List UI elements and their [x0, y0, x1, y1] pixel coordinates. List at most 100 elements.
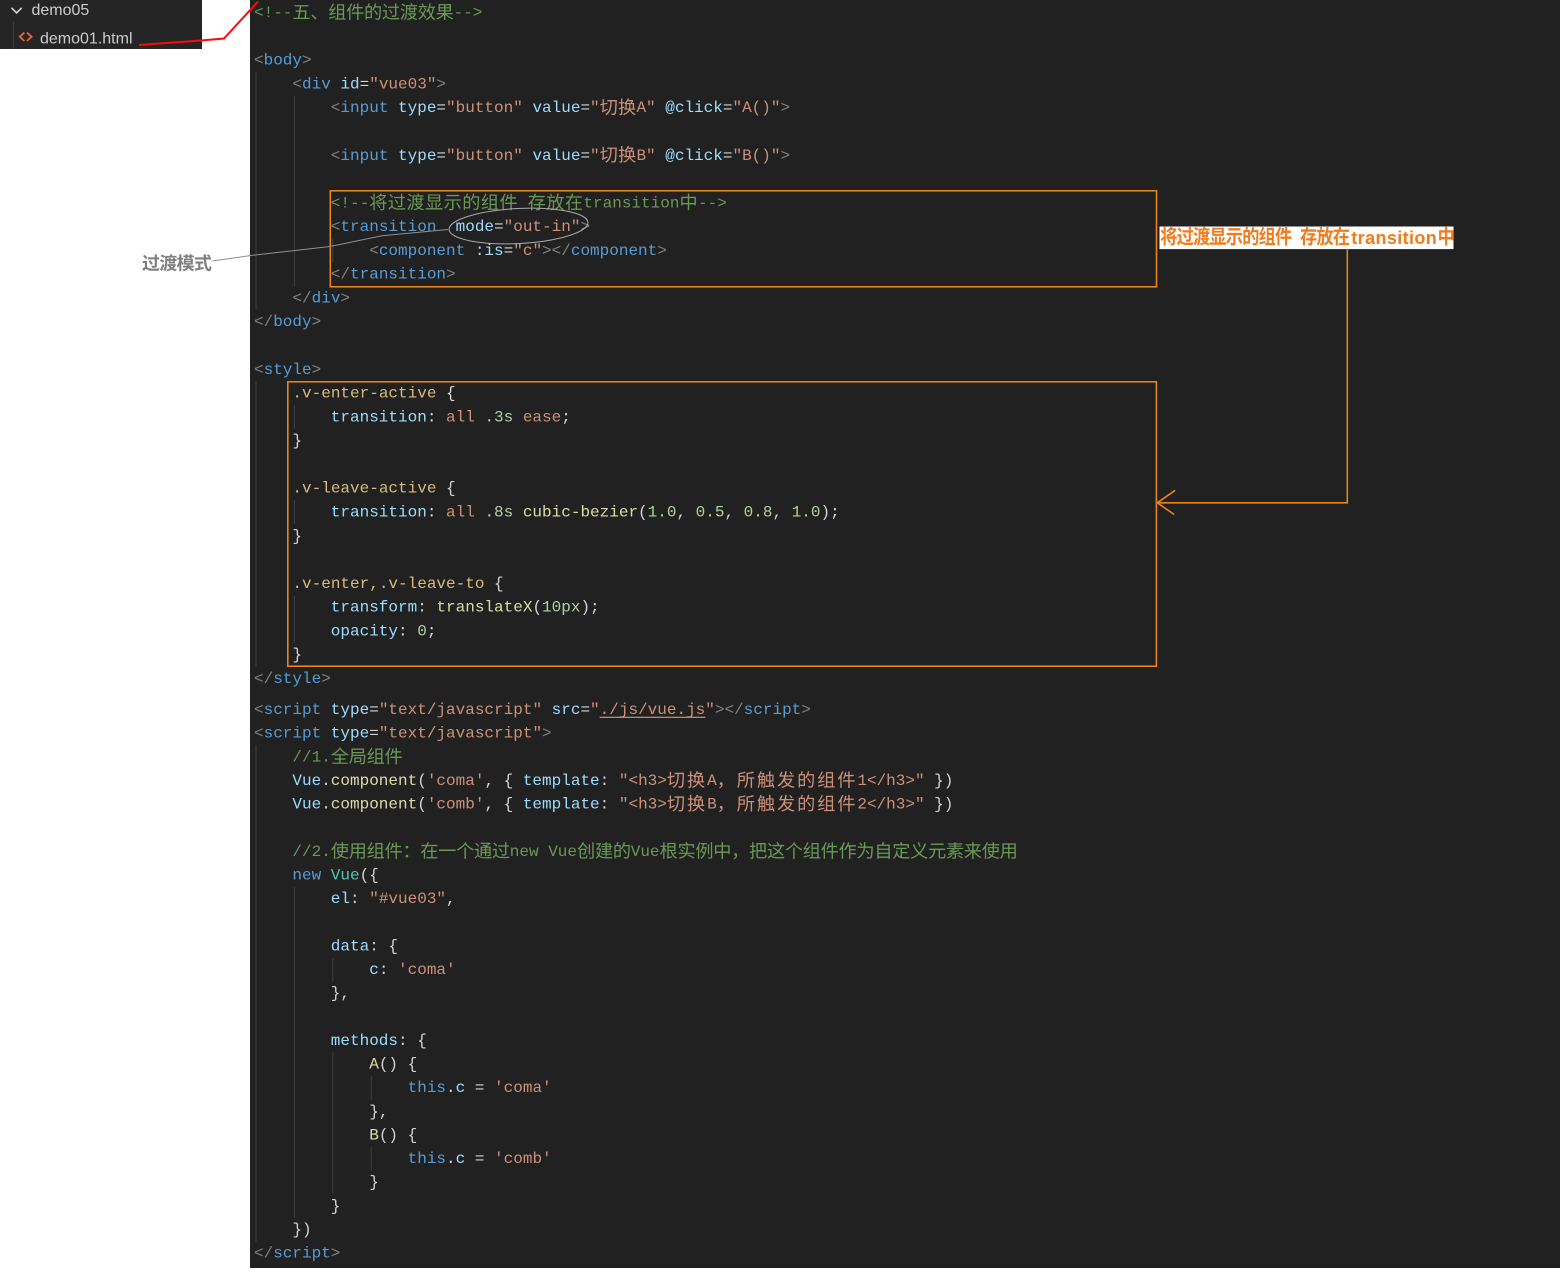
svg-text:"vue03": "vue03" [369, 75, 436, 93]
svg-text:component: component [331, 796, 417, 814]
svg-text:script: script [264, 701, 322, 719]
svg-text:type: type [331, 701, 369, 719]
svg-text:1.0: 1.0 [648, 503, 677, 521]
svg-text:transition: transition [340, 218, 436, 236]
svg-text:;: ; [561, 408, 571, 426]
svg-text:new Vue: new Vue [510, 843, 577, 861]
svg-text:Vue: Vue [292, 772, 321, 790]
svg-text:(: ( [638, 503, 648, 521]
svg-text:>: > [312, 313, 322, 331]
svg-text:}): }) [925, 772, 954, 790]
svg-text:</: </ [254, 313, 273, 331]
svg-text:"<h3>: "<h3> [619, 772, 667, 790]
svg-text:=: = [580, 147, 590, 165]
svg-text:A: A [369, 1056, 379, 1074]
svg-text:data: data [331, 937, 370, 955]
svg-text:input: input [340, 147, 388, 165]
svg-text::: : [350, 890, 369, 908]
svg-text:=: = [360, 75, 370, 93]
svg-text:": " [590, 147, 600, 165]
svg-text:<: < [369, 242, 379, 260]
svg-text:style: style [264, 361, 312, 379]
svg-text:}): }) [292, 1221, 311, 1239]
svg-text:>: > [801, 701, 811, 719]
svg-text::is: :is [475, 242, 504, 260]
svg-text:A": A" [636, 99, 655, 117]
svg-text:.: . [321, 772, 331, 790]
svg-text:template: template [523, 772, 600, 790]
svg-text:"button": "button" [446, 147, 523, 165]
svg-text:cubic-bezier: cubic-bezier [523, 503, 638, 521]
svg-text:=: = [436, 147, 446, 165]
svg-text:body: body [273, 313, 312, 331]
svg-text:(: ( [532, 599, 542, 617]
svg-text:0.5: 0.5 [696, 503, 725, 521]
svg-text:'comb': 'comb' [494, 1150, 552, 1168]
svg-text:script: script [273, 1245, 331, 1263]
svg-text:all: all [446, 408, 475, 426]
svg-text::: : [379, 961, 398, 979]
svg-text:>: > [302, 52, 312, 70]
svg-text::: : [427, 503, 446, 521]
svg-text:@click: @click [665, 99, 723, 117]
svg-text:.: . [321, 796, 331, 814]
svg-text:>: > [657, 242, 667, 260]
svg-text:}: } [292, 432, 302, 450]
svg-text:value: value [532, 99, 580, 117]
svg-text:<: < [331, 99, 341, 117]
svg-text::: : [398, 622, 417, 640]
svg-text:<: < [331, 147, 341, 165]
svg-text:></: ></ [715, 701, 744, 719]
svg-text:translateX: translateX [436, 599, 532, 617]
svg-text:=: = [723, 99, 733, 117]
svg-text:=: = [369, 701, 379, 719]
svg-text:.v-leave-active: .v-leave-active [292, 480, 436, 498]
svg-text:-->: --> [698, 194, 727, 212]
svg-text:methods: methods [331, 1032, 398, 1050]
svg-text:body: body [264, 52, 303, 70]
svg-text:=: = [580, 701, 590, 719]
svg-text:opacity: opacity [331, 622, 399, 640]
svg-text:=: = [580, 99, 590, 117]
svg-text:: {: : { [398, 1032, 427, 1050]
svg-text:transition: transition [331, 408, 427, 426]
svg-text:.: . [446, 1150, 456, 1168]
svg-text:></: ></ [542, 242, 571, 260]
svg-text:.3s: .3s [484, 408, 513, 426]
svg-text:</: </ [331, 266, 350, 284]
svg-text:>: > [580, 218, 590, 236]
svg-text:({: ({ [360, 867, 379, 885]
svg-text:type: type [398, 99, 436, 117]
svg-text:this: this [408, 1079, 446, 1097]
svg-text:;: ; [427, 622, 437, 640]
svg-text:(: ( [417, 796, 427, 814]
svg-text:": " [590, 701, 600, 719]
svg-text:B: B [369, 1126, 379, 1144]
svg-text:mode: mode [456, 218, 494, 236]
svg-text:>: > [446, 266, 456, 284]
svg-text::: : [417, 599, 436, 617]
svg-text:>: > [542, 725, 552, 743]
svg-text:,: , [446, 890, 456, 908]
svg-text:div: div [312, 289, 341, 307]
svg-text:el: el [331, 890, 350, 908]
svg-text:'coma': 'coma' [494, 1079, 552, 1097]
svg-text:<: < [254, 701, 264, 719]
svg-text:0.8: 0.8 [744, 503, 773, 521]
svg-text:: {: : { [369, 937, 398, 955]
svg-text:<!--: <!-- [254, 4, 292, 22]
svg-text:ease: ease [523, 408, 561, 426]
svg-text:'coma': 'coma' [427, 772, 485, 790]
svg-text:<: < [254, 725, 264, 743]
svg-text:</: </ [254, 1245, 273, 1263]
svg-text:);: ); [820, 503, 839, 521]
svg-text:}: } [369, 1174, 379, 1192]
svg-text:"button": "button" [446, 99, 523, 117]
svg-text:<: < [331, 218, 341, 236]
svg-text:Vue: Vue [631, 843, 660, 861]
svg-text:, {: , { [484, 796, 522, 814]
svg-text:component: component [571, 242, 657, 260]
svg-text://1.: //1. [292, 748, 330, 766]
svg-text:id: id [340, 75, 359, 93]
svg-text:<: < [254, 52, 264, 70]
